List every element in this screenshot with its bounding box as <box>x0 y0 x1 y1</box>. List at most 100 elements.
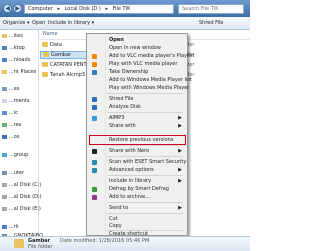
menu-item-advanced-options[interactable]: Advanced options ▶ <box>88 166 186 174</box>
menu-item-label: Analyze Disk <box>109 104 142 110</box>
menu-item-label: Add to VLC media player's Playlist <box>109 53 195 59</box>
menu-item-label: Share with <box>109 123 136 129</box>
open-button[interactable]: Open <box>32 20 45 26</box>
sidebar-item-label: ...group <box>9 152 29 158</box>
sidebar-item-label: ...rk <box>9 224 19 230</box>
submenu-arrow-icon: ▶ <box>178 123 182 129</box>
menu-item-label: Open <box>109 37 124 43</box>
menu-item-send-to[interactable]: Send to ▶ <box>88 204 186 212</box>
details-pane: Gambar Date modified: 1/28/2016 05:46 PM… <box>0 236 250 251</box>
library-icon <box>2 86 7 91</box>
submenu-arrow-icon: ▶ <box>178 205 182 211</box>
star-icon <box>2 33 7 38</box>
sidebar-item-label: ...ites <box>9 33 23 39</box>
eset-icon <box>92 168 97 173</box>
organize-button[interactable]: Organize ▾ <box>3 20 30 26</box>
menu-item-label: Advanced options <box>109 167 154 173</box>
pictures-icon <box>2 122 7 127</box>
menu-item-play-with-wmp[interactable]: Play with Windows Media Player <box>88 84 190 92</box>
sidebar-item-label: ...ic <box>9 110 18 116</box>
videos-icon <box>2 134 7 139</box>
menu-item-label: Play with Windows Media Player <box>109 85 190 91</box>
archive-icon <box>92 195 97 200</box>
sidebar-item-local-disk-e[interactable]: ...al Disk (E:) <box>2 206 41 212</box>
menu-item-label: Shred File <box>109 96 134 102</box>
folder-icon <box>42 62 48 67</box>
menu-item-share-with-nero[interactable]: Share with Nero ▶ <box>88 147 186 155</box>
forward-button[interactable]: ▶ <box>13 4 22 13</box>
menu-item-shred-file[interactable]: Shred File <box>88 95 186 103</box>
menu-item-add-to-vlc-playlist[interactable]: Add to VLC media player's Playlist <box>88 52 194 60</box>
shield-icon <box>92 70 97 75</box>
drive-icon <box>2 194 7 199</box>
breadcrumb-local-disk-d[interactable]: Local Disk (D:) <box>65 6 101 12</box>
sidebar-item-local-disk-c[interactable]: ...al Disk (C:) <box>2 182 41 188</box>
sidebar-item-network[interactable]: ...rk <box>2 224 19 230</box>
submenu-arrow-icon: ▶ <box>178 167 182 173</box>
sidebar-item-label: ...al Disk (C:) <box>9 182 42 188</box>
highlight-box <box>89 135 186 145</box>
sidebar-item-libraries[interactable]: ...es <box>2 86 19 92</box>
back-button[interactable]: ◀ <box>3 4 12 13</box>
menu-item-label: Defrag by Smart Defrag <box>109 186 169 192</box>
menu-item-analyze-disk[interactable]: Analyze Disk <box>88 103 186 111</box>
menu-item-take-ownership[interactable]: Take Ownership <box>88 68 186 76</box>
sidebar-item-downloads[interactable]: ...nloads <box>2 57 30 63</box>
menu-item-aimp3[interactable]: AIMP3 ▶ <box>88 114 186 122</box>
sidebar-item-computer[interactable]: ...uter <box>2 170 24 176</box>
downloads-icon <box>2 57 7 62</box>
breadcrumb-file-tik[interactable]: File TIK <box>113 6 131 12</box>
breadcrumb-separator: ▸ <box>105 6 108 12</box>
menu-item-defrag[interactable]: Defrag by Smart Defrag <box>88 185 186 193</box>
menu-item-share-with[interactable]: Share with ▶ <box>88 122 186 130</box>
menu-item-label: Add to Windows Media Player list <box>109 77 192 83</box>
shred-file-button[interactable]: Shred File <box>199 20 224 26</box>
search-input[interactable]: Search File TIK <box>178 4 244 14</box>
shred-icon <box>92 97 97 102</box>
menu-separator <box>107 145 183 146</box>
file-name: Gambar <box>51 52 72 58</box>
homegroup-icon <box>2 152 7 157</box>
menu-item-open[interactable]: Open <box>88 36 186 44</box>
menu-separator <box>107 213 183 214</box>
folder-icon <box>42 72 48 77</box>
drive-icon <box>2 182 7 187</box>
menu-item-play-with-vlc[interactable]: Play with VLC media player <box>88 60 186 68</box>
breadcrumb-computer[interactable]: Computer <box>28 6 53 12</box>
sidebar-item-recent-places[interactable]: ...nt Places <box>2 69 36 75</box>
menu-separator <box>107 202 183 203</box>
file-name: Data <box>50 42 62 48</box>
menu-item-scan-with-eset[interactable]: Scan with ESET Smart Security <box>88 158 186 166</box>
menu-item-include-in-library[interactable]: Include in library ▶ <box>88 177 186 185</box>
submenu-arrow-icon: ▶ <box>178 115 182 121</box>
sidebar-item-local-disk-d[interactable]: ...al Disk (D:) <box>2 194 42 200</box>
include-in-library-button[interactable]: Include in library ▾ <box>48 20 94 26</box>
sidebar-item-videos[interactable]: ...os <box>2 134 19 140</box>
selected-item-date: Date modified: 1/28/2016 05:46 PM <box>60 238 150 244</box>
column-header-name[interactable]: Name <box>43 32 58 37</box>
menu-item-label: Take Ownership <box>109 69 149 75</box>
folder-icon <box>14 239 24 248</box>
menu-item-add-to-archive[interactable]: Add to archive... <box>88 193 186 201</box>
menu-item-add-to-wmp-list[interactable]: Add to Windows Media Player list <box>88 76 192 84</box>
sidebar-item-documents[interactable]: ...ments <box>2 98 29 104</box>
sidebar-item-desktop[interactable]: ...ktop <box>2 45 25 51</box>
sidebar-item-pictures[interactable]: ...res <box>2 122 21 128</box>
music-icon <box>2 110 7 115</box>
sidebar-item-favorites[interactable]: ...ites <box>2 33 23 39</box>
sidebar-item-label: ...nt Places <box>9 69 37 75</box>
menu-item-label: Scan with ESET Smart Security <box>109 159 187 165</box>
menu-item-copy[interactable]: Copy <box>88 222 186 230</box>
sidebar-item-label: ...ktop <box>9 45 25 51</box>
breadcrumb-separator: ▸ <box>57 6 60 12</box>
sidebar-item-label: ...os <box>9 134 20 140</box>
submenu-arrow-icon: ▶ <box>178 148 182 154</box>
vlc-icon <box>92 54 97 59</box>
network-icon <box>2 224 7 229</box>
menu-item-label: AIMP3 <box>109 115 125 121</box>
menu-item-open-in-new-window[interactable]: Open in new window <box>88 44 186 52</box>
folder-icon <box>43 52 49 57</box>
sidebar-item-music[interactable]: ...ic <box>2 110 18 116</box>
sidebar-item-homegroup[interactable]: ...group <box>2 152 28 158</box>
address-bar[interactable]: Computer ▸ Local Disk (D:) ▸ File TIK <box>24 4 174 14</box>
